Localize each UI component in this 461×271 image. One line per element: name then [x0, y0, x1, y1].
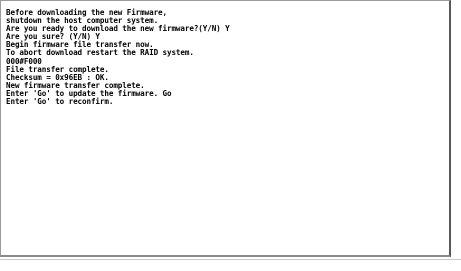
window-edge-bottom	[0, 259, 461, 271]
terminal-line: Enter 'Go' to reconfirm.	[6, 97, 114, 107]
window-edge-right	[453, 0, 461, 259]
terminal-window[interactable]: Before downloading the new Firmware, shu…	[0, 0, 451, 257]
terminal-output: Before downloading the new Firmware, shu…	[6, 8, 230, 107]
